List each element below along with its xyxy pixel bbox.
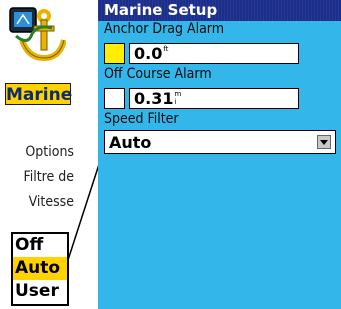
chevron-down-icon[interactable] xyxy=(317,135,331,149)
anchor-drag-alarm-label: Anchor Drag Alarm xyxy=(104,21,225,37)
off-course-alarm-row: 0.31 mi xyxy=(98,85,341,111)
caption-line-1: Options xyxy=(25,144,74,160)
page-title: Marine Setup xyxy=(98,0,341,21)
speed-filter-label: Speed Filter xyxy=(104,111,179,127)
option-auto[interactable]: Auto xyxy=(13,257,67,280)
marine-app-icon xyxy=(8,6,67,62)
speed-filter-select[interactable]: Auto xyxy=(104,130,336,154)
off-course-alarm-field[interactable]: 0.31 mi xyxy=(129,87,299,109)
anchor-drag-alarm-row: 0.0 ft xyxy=(98,40,341,66)
off-course-alarm-unit: mi xyxy=(174,89,182,106)
anchor-drag-alarm-value: 0.0 xyxy=(134,43,163,63)
marine-setup-screen: Marine Setup Anchor Drag Alarm 0.0 ft Of… xyxy=(98,0,341,309)
speed-filter-value: Auto xyxy=(109,132,152,152)
anchor-drag-alarm-field[interactable]: 0.0 ft xyxy=(129,42,299,64)
off-course-alarm-value: 0.31 xyxy=(134,88,174,108)
option-off[interactable]: Off xyxy=(13,234,67,257)
speed-filter-options-caption: Options Filtre de Vitesse xyxy=(2,140,74,215)
anchor-drag-alarm-unit: ft xyxy=(163,44,169,53)
caption-line-2: Filtre de xyxy=(23,169,74,185)
off-course-alarm-label: Off Course Alarm xyxy=(104,66,212,82)
anchor-drag-alarm-toggle[interactable] xyxy=(104,42,125,64)
marine-app-label[interactable]: Marine xyxy=(5,83,72,105)
anchor-icon xyxy=(9,7,67,62)
speed-filter-options-list: Off Auto User xyxy=(11,232,69,306)
off-course-alarm-toggle[interactable] xyxy=(104,87,125,109)
caption-line-3: Vitesse xyxy=(28,194,74,210)
option-user[interactable]: User xyxy=(13,280,67,303)
